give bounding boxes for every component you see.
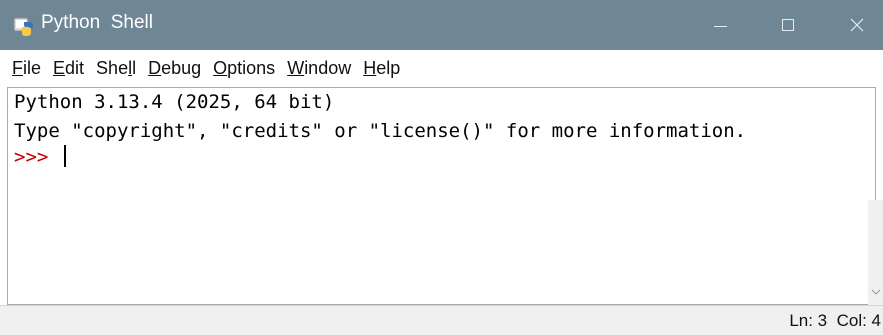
shell-text-area[interactable]: Python 3.13.4 (2025, 64 bit) Type "copyr… bbox=[7, 87, 876, 305]
minimize-icon bbox=[713, 25, 727, 27]
info-line: Type "copyright", "credits" or "license(… bbox=[14, 120, 747, 142]
menu-options[interactable]: Options bbox=[213, 58, 279, 79]
prompt-line[interactable]: >>> bbox=[14, 145, 66, 168]
close-icon bbox=[850, 18, 864, 32]
menu-edit[interactable]: Edit bbox=[53, 58, 88, 79]
menu-shell[interactable]: Shell bbox=[96, 58, 140, 79]
maximize-icon bbox=[782, 19, 794, 31]
status-bar: Ln: 3 Col: 4 bbox=[0, 305, 883, 335]
menu-debug[interactable]: Debug bbox=[148, 58, 205, 79]
minimize-button[interactable] bbox=[697, 0, 743, 50]
cursor-position: Ln: 3 Col: 4 bbox=[789, 311, 881, 330]
window-title: Python Shell bbox=[41, 12, 153, 33]
python-version-line: Python 3.13.4 (2025, 64 bit) bbox=[14, 91, 335, 113]
text-cursor bbox=[63, 145, 66, 167]
menu-help[interactable]: Help bbox=[363, 58, 404, 79]
idle-shell-window: Python Shell File Edit Shell Debug Optio… bbox=[0, 0, 883, 335]
menu-window[interactable]: Window bbox=[287, 58, 355, 79]
close-button[interactable] bbox=[834, 0, 880, 50]
title-bar[interactable]: Python Shell bbox=[0, 0, 883, 50]
shell-prompt: >>> bbox=[14, 146, 49, 168]
menu-file[interactable]: File bbox=[12, 58, 45, 79]
scroll-down-icon[interactable] bbox=[868, 282, 883, 302]
maximize-button[interactable] bbox=[765, 0, 811, 50]
menu-bar: File Edit Shell Debug Options Window Hel… bbox=[0, 50, 883, 87]
python-idle-icon bbox=[13, 15, 35, 37]
